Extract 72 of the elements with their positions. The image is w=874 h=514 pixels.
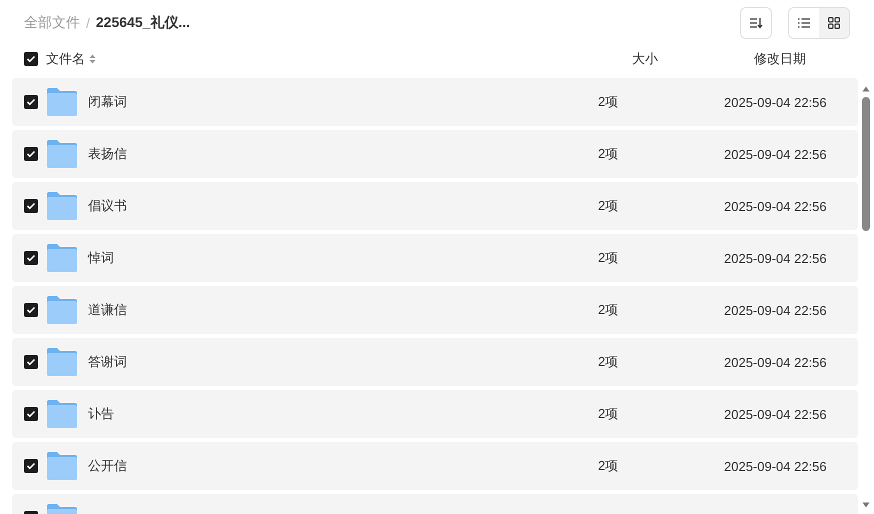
date-column-header[interactable]: 修改日期 — [754, 50, 850, 68]
file-row[interactable]: 讣告 2项 2025-09-04 22:56 — [12, 390, 858, 438]
folder-icon — [47, 348, 77, 376]
folder-icon — [47, 296, 77, 324]
folder-icon — [47, 88, 77, 116]
file-size: 2项 — [598, 145, 620, 163]
grid-icon — [828, 17, 840, 29]
modified-date: 2025-09-04 22:56 — [724, 198, 828, 214]
file-name: 闭幕词 — [88, 93, 128, 111]
file-name: 道谦信 — [88, 301, 128, 319]
check-icon — [26, 55, 36, 63]
modified-date: 2025-09-04 22:56 — [724, 406, 828, 422]
file-name: 讣告 — [88, 405, 115, 423]
scrollbar-thumb[interactable] — [862, 97, 870, 231]
folder-icon — [47, 400, 77, 428]
file-size: 2项 — [598, 249, 620, 267]
name-column-header[interactable]: 文件名 — [46, 50, 85, 68]
modified-date: 2025-09-04 22:56 — [724, 302, 828, 318]
modified-date: 2025-09-04 22:56 — [724, 250, 828, 266]
file-size: 2项 — [598, 457, 620, 475]
file-size: 2项 — [598, 405, 620, 423]
list-view-button[interactable] — [789, 8, 819, 38]
modified-date: 2025-09-04 22:56 — [724, 458, 828, 474]
check-icon — [26, 254, 36, 262]
check-icon — [26, 98, 36, 106]
file-row[interactable]: 悼词 2项 2025-09-04 22:56 — [12, 234, 858, 282]
modified-date: 2025-09-04 22:56 — [724, 94, 828, 110]
file-size: 2项 — [598, 93, 620, 111]
check-icon — [26, 358, 36, 366]
check-icon — [26, 306, 36, 314]
breadcrumb-separator: / — [86, 15, 90, 31]
sort-icon — [749, 17, 763, 29]
row-checkbox[interactable] — [24, 147, 38, 161]
modified-date: 2025-09-04 22:56 — [724, 354, 828, 370]
sort-icon[interactable] — [89, 54, 96, 64]
row-checkbox[interactable] — [24, 355, 38, 369]
row-checkbox[interactable] — [24, 251, 38, 265]
file-row[interactable]: 表扬信 2项 2025-09-04 22:56 — [12, 130, 858, 178]
file-size: 2项 — [598, 197, 620, 215]
file-row[interactable]: 闭幕词 2项 2025-09-04 22:56 — [12, 78, 858, 126]
select-all-checkbox[interactable] — [24, 52, 38, 66]
sort-button[interactable] — [740, 7, 772, 39]
row-checkbox[interactable] — [24, 407, 38, 421]
folder-icon — [47, 140, 77, 168]
file-size: 2项 — [598, 353, 620, 371]
check-icon — [26, 410, 36, 418]
file-name: 公开信 — [88, 457, 128, 475]
modified-date: 2025-09-04 22:56 — [724, 146, 828, 162]
file-row[interactable]: 答谢词 2项 2025-09-04 22:56 — [12, 338, 858, 386]
row-checkbox[interactable] — [24, 95, 38, 109]
file-row[interactable]: 倡议书 2项 2025-09-04 22:56 — [12, 182, 858, 230]
folder-icon — [47, 452, 77, 480]
row-checkbox[interactable] — [24, 459, 38, 473]
check-icon — [26, 202, 36, 210]
list-icon — [798, 18, 810, 28]
file-size: 2项 — [598, 301, 620, 319]
scroll-up-icon[interactable] — [862, 86, 870, 92]
file-name: 悼词 — [88, 249, 115, 267]
row-checkbox[interactable] — [24, 303, 38, 317]
file-name: 答谢词 — [88, 353, 128, 371]
file-row[interactable]: 公开信 2项 2025-09-04 22:56 — [12, 442, 858, 490]
breadcrumb-item: 225645_礼仪... — [96, 14, 190, 32]
check-icon — [26, 462, 36, 470]
folder-icon — [47, 244, 77, 272]
folder-icon — [47, 192, 77, 220]
check-icon — [26, 150, 36, 158]
file-row[interactable]: 道谦信 2项 2025-09-04 22:56 — [12, 286, 858, 334]
file-name: 倡议书 — [88, 197, 128, 215]
row-checkbox[interactable] — [24, 199, 38, 213]
size-column-header[interactable]: 大小 — [632, 50, 754, 68]
file-name: 表扬信 — [88, 145, 128, 163]
scroll-down-icon[interactable] — [862, 502, 870, 508]
